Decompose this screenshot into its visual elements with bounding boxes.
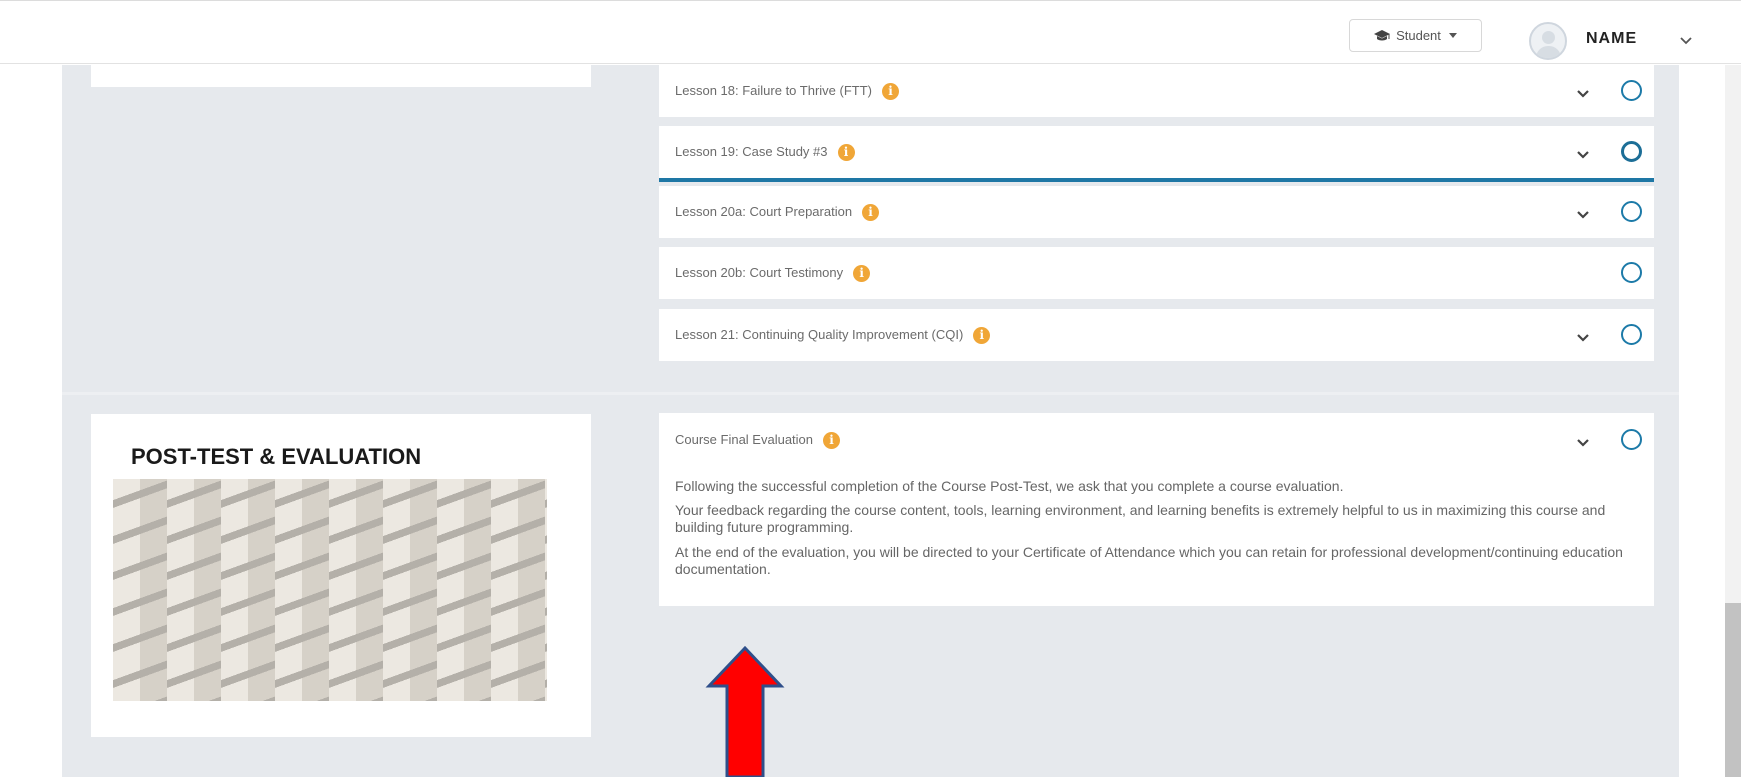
caret-down-icon	[1448, 33, 1457, 38]
circle-status-icon	[1621, 80, 1642, 101]
red-arrow-icon	[705, 644, 785, 777]
chevron-down-icon[interactable]	[1577, 434, 1589, 452]
module-title: POST-TEST & EVALUATION	[131, 444, 422, 469]
circle-status-icon	[1621, 141, 1642, 162]
lesson-label: Lesson 19: Case Study #3	[675, 144, 828, 159]
lesson-label: Lesson 21: Continuing Quality Improvemen…	[675, 327, 964, 342]
info-icon[interactable]: i	[823, 432, 841, 450]
info-icon[interactable]: i	[973, 327, 991, 345]
lesson-item[interactable]: Lesson 18: Failure to Thrive (FTT) i	[659, 65, 1654, 117]
chevron-down-icon[interactable]	[1577, 206, 1589, 224]
chevron-down-icon[interactable]	[1577, 329, 1589, 347]
avatar[interactable]	[1529, 22, 1567, 60]
lesson-item[interactable]: Lesson 21: Continuing Quality Improvemen…	[659, 309, 1654, 361]
circle-status-icon	[1621, 262, 1642, 283]
circle-status-icon	[1621, 324, 1642, 345]
module-image	[113, 479, 547, 701]
role-switcher-button[interactable]: Student	[1349, 19, 1482, 52]
evaluation-description: At the end of the evaluation, you will b…	[675, 544, 1623, 577]
evaluation-description: Following the successful completion of t…	[675, 478, 1344, 494]
previous-module-card	[91, 65, 591, 87]
role-label: Student	[1396, 28, 1441, 43]
lesson-label: Lesson 18: Failure to Thrive (FTT)	[675, 83, 872, 98]
circle-status-icon	[1621, 429, 1642, 450]
info-icon[interactable]: i	[853, 265, 871, 283]
active-lesson-indicator	[659, 178, 1654, 182]
info-icon[interactable]: i	[862, 204, 880, 222]
section-divider	[62, 392, 1679, 395]
chevron-down-icon[interactable]	[1680, 32, 1692, 50]
lesson-label: Lesson 20a: Court Preparation	[675, 204, 853, 219]
chevron-down-icon[interactable]	[1577, 146, 1589, 164]
circle-status-icon	[1621, 201, 1642, 222]
lesson-item[interactable]: Lesson 20a: Court Preparation i	[659, 186, 1654, 238]
chevron-down-icon[interactable]	[1577, 85, 1589, 103]
page-scrollbar[interactable]	[1725, 65, 1741, 777]
lesson-label: Lesson 20b: Court Testimony	[675, 265, 844, 280]
info-icon[interactable]: i	[882, 83, 899, 101]
scrollbar-thumb[interactable]	[1725, 603, 1741, 777]
lesson-item[interactable]: Lesson 19: Case Study #3 i	[659, 126, 1654, 178]
user-name[interactable]: NAME	[1586, 30, 1637, 48]
top-navigation-bar: Student NAME	[0, 0, 1741, 64]
lesson-item[interactable]: Lesson 20b: Court Testimony i	[659, 247, 1654, 299]
info-icon[interactable]: i	[837, 144, 855, 162]
lesson-label: Course Final Evaluation	[675, 432, 814, 447]
graduation-cap-icon	[1374, 29, 1391, 42]
module-card: POST-TEST & EVALUATION	[91, 414, 591, 737]
evaluation-description: Your feedback regarding the course conte…	[675, 502, 1606, 535]
lesson-item-expanded[interactable]: Course Final Evaluation i Following the s…	[659, 413, 1654, 606]
